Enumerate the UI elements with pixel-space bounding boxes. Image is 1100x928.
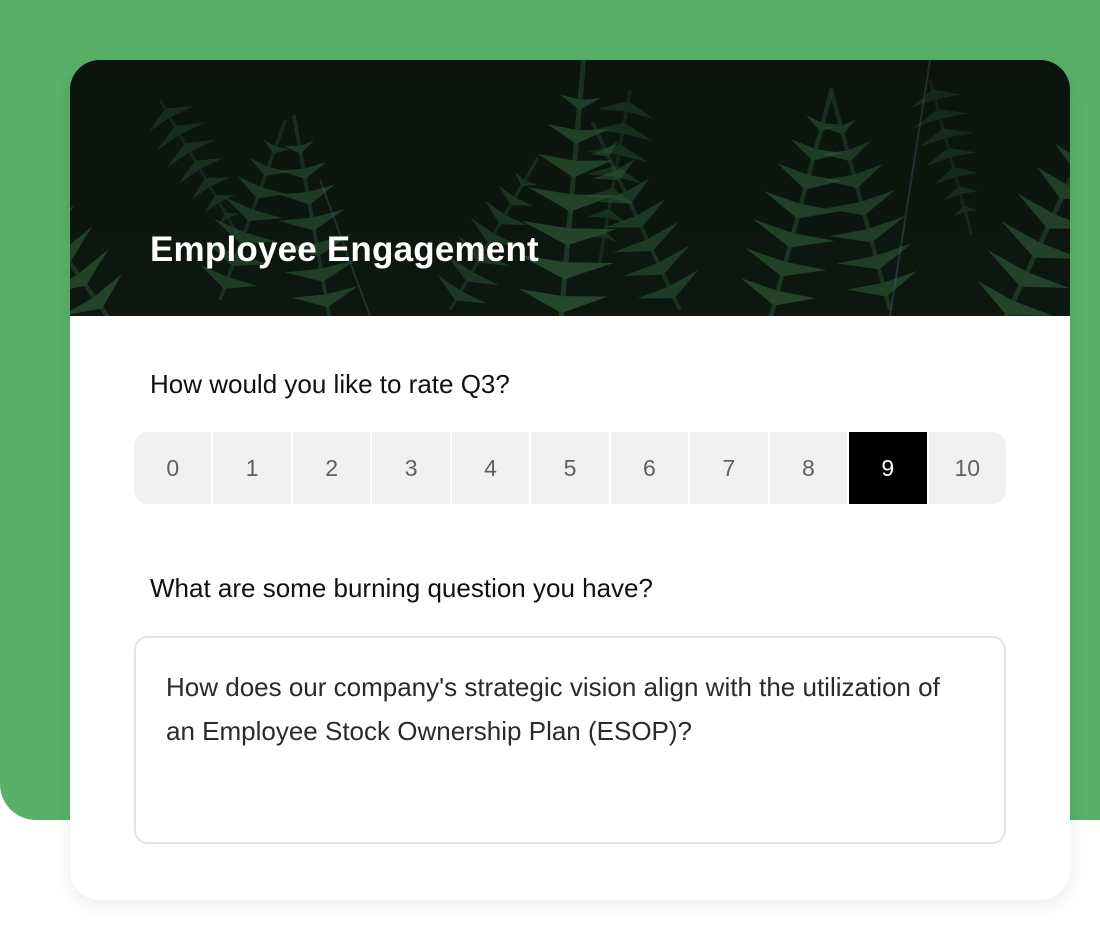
fern-leaves-image xyxy=(70,60,1070,316)
rating-option-4[interactable]: 4 xyxy=(451,432,530,504)
rating-scale: 0 1 2 3 4 5 6 7 8 9 10 xyxy=(134,432,1006,504)
burning-question-textarea[interactable]: How does our company's strategic vision … xyxy=(134,636,1006,844)
rating-option-1[interactable]: 1 xyxy=(213,432,291,504)
rating-option-8[interactable]: 8 xyxy=(769,432,848,504)
question-rating-label: How would you like to rate Q3? xyxy=(150,369,510,399)
banner: Employee Engagement xyxy=(70,60,1070,316)
question-burning-label: What are some burning question you have? xyxy=(150,573,653,603)
rating-option-10[interactable]: 10 xyxy=(928,432,1006,504)
rating-option-0[interactable]: 0 xyxy=(134,432,212,504)
rating-option-6[interactable]: 6 xyxy=(610,432,689,504)
rating-option-9[interactable]: 9 xyxy=(849,432,927,504)
rating-option-2[interactable]: 2 xyxy=(292,432,371,504)
rating-option-3[interactable]: 3 xyxy=(372,432,450,504)
page-title: Employee Engagement xyxy=(150,230,539,269)
survey-card: Employee Engagement How would you like t… xyxy=(70,60,1070,900)
rating-option-7[interactable]: 7 xyxy=(690,432,768,504)
rating-option-5[interactable]: 5 xyxy=(531,432,609,504)
